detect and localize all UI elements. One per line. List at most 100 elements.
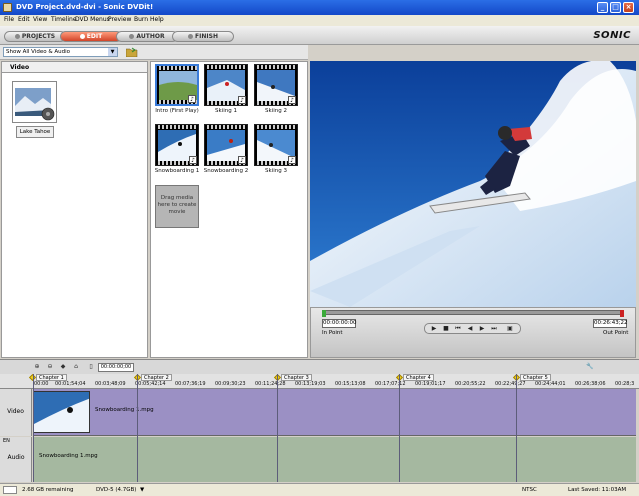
chapter-5-label[interactable]: Chapter 5	[520, 374, 551, 381]
audio-track-label: Audio	[7, 454, 25, 461]
film-strip-top	[205, 125, 247, 129]
menu-timeline[interactable]: Timeline	[51, 16, 77, 23]
audio-language: EN	[3, 438, 10, 444]
menu-edit[interactable]: Edit	[18, 16, 30, 23]
maximize-button[interactable]: □	[610, 2, 621, 13]
status-bar: 2.68 GB remaining DVD-5 (4.7GB) ▼ NTSC L…	[0, 483, 639, 496]
step-back-icon[interactable]: ◀	[465, 325, 475, 333]
clip-skiing-3[interactable]: ♪	[254, 124, 298, 166]
menu-view[interactable]: View	[33, 16, 47, 23]
scrub-bar[interactable]	[322, 310, 624, 317]
menu-burn[interactable]: Burn	[134, 16, 148, 23]
author-tab[interactable]: AUTHOR	[116, 31, 178, 42]
in-point-label: In Point	[322, 330, 343, 336]
clip-snowboarding-1-caption: Snowboarding 1	[154, 168, 200, 174]
ruler-tick: 00:24;44;01	[535, 381, 566, 387]
transport-controls: ▶ ■ ⏮ ◀ ▶ ⏭ ▣	[424, 323, 521, 334]
ruler-tick: 00:26;38;06	[575, 381, 606, 387]
ruler-tick: 00:09;30;23	[215, 381, 246, 387]
finish-tab[interactable]: FINISH	[172, 31, 234, 42]
clip-snowboarding-2[interactable]: ♪	[204, 124, 248, 166]
chapter-icon[interactable]: ⌂	[72, 363, 80, 371]
close-button[interactable]: ×	[623, 2, 634, 13]
video-format: NTSC	[522, 487, 537, 493]
zoom-in-icon[interactable]: ⊕	[33, 363, 41, 371]
chapter-line	[516, 374, 517, 482]
chapter-2-label[interactable]: Chapter 2	[141, 374, 172, 381]
chapter-4-label[interactable]: Chapter 4	[403, 374, 434, 381]
skip-back-icon[interactable]: ⏮	[453, 325, 463, 333]
music-note-icon: ♪	[288, 156, 296, 164]
music-note-icon: ♪	[238, 96, 246, 104]
ruler-tick: 00:22;49;27	[495, 381, 526, 387]
finish-dot-icon	[188, 34, 194, 39]
wrench-icon[interactable]: 🔧	[584, 363, 596, 371]
clip-snowboarding-1[interactable]: ♪	[155, 124, 199, 166]
disc-type-chevron-icon[interactable]: ▼	[140, 487, 144, 493]
ruler-tick: 00:20;55;22	[455, 381, 486, 387]
audio-track[interactable]: Snowboarding 1.mpg	[33, 437, 636, 482]
ruler-tick: 00:19;01;17	[415, 381, 446, 387]
music-note-icon: ♪	[189, 156, 197, 164]
mode-toolbar: PROJECTS EDIT AUTHOR FINISH SONIC	[0, 26, 639, 45]
clip-skiing-2-caption: Skiing 2	[265, 108, 287, 114]
clip-intro-caption: Intro (First Play)	[155, 108, 199, 114]
chapter-1-label[interactable]: Chapter 1	[36, 374, 67, 381]
chapter-3-label[interactable]: Chapter 3	[281, 374, 312, 381]
menu-dvd-menus[interactable]: DVD Menus	[75, 16, 110, 23]
chevron-down-icon: ▼	[108, 48, 117, 56]
preview-frame-image	[310, 61, 636, 307]
last-saved: Last Saved: 11:03AM	[568, 487, 627, 493]
snapshot-icon[interactable]: ▣	[505, 325, 515, 333]
split-icon[interactable]: ◆	[59, 363, 67, 371]
lake-tahoe-image	[13, 82, 56, 122]
delete-icon[interactable]: ▯	[87, 363, 95, 371]
step-forward-icon[interactable]: ▶	[477, 325, 487, 333]
music-note-icon: ♪	[238, 156, 246, 164]
ruler-tick: 00:07;36;19	[175, 381, 206, 387]
projects-tab[interactable]: PROJECTS	[4, 31, 66, 42]
play-icon[interactable]: ▶	[429, 325, 439, 333]
open-folder-icon[interactable]	[126, 47, 138, 57]
in-point-marker[interactable]	[322, 310, 326, 317]
disc-type[interactable]: DVD-5 (4.7GB)	[96, 487, 136, 493]
sonic-logo: SONIC	[593, 30, 631, 41]
in-point-time[interactable]: 00:00:00:00	[322, 319, 357, 328]
minimize-button[interactable]: _	[597, 2, 608, 13]
lake-tahoe-thumbnail[interactable]	[12, 81, 57, 123]
clip-intro[interactable]: ♪	[155, 64, 199, 106]
author-tab-label: AUTHOR	[136, 33, 165, 40]
film-strip-top	[255, 65, 297, 69]
timeline-ruler: Chapter 1 Chapter 2 Chapter 3 Chapter 4 …	[0, 373, 639, 389]
ruler-tick: 00:11;24;28	[255, 381, 286, 387]
music-note-icon: ♪	[188, 95, 196, 103]
media-filter-select[interactable]: Show All Video & Audio ▼	[3, 47, 118, 57]
ruler-tick: 00:03;48;09	[95, 381, 126, 387]
menu-file[interactable]: File	[4, 16, 14, 23]
film-strip-top	[157, 66, 197, 70]
video-preview[interactable]	[310, 61, 636, 307]
video-track-label: Video	[0, 389, 32, 436]
drop-media-target[interactable]: Drag media here to create movie	[155, 185, 199, 228]
preview-controls: 00:00:00:00 00:26:43;22 In Point Out Poi…	[310, 307, 636, 358]
video-track[interactable]: Snowboarding 1.mpg	[33, 389, 636, 436]
menu-preview[interactable]: Preview	[108, 16, 131, 23]
ruler-tick: 00:17;07;12	[375, 381, 406, 387]
clip-skiing-2[interactable]: ♪	[254, 64, 298, 106]
music-note-icon: ♪	[288, 96, 296, 104]
video-library-pane: Video Lake Tahoe	[1, 61, 148, 358]
clip-skiing-1[interactable]: ♪	[204, 64, 248, 106]
timeline-timecode[interactable]: 00:00:00;00	[98, 363, 134, 372]
out-point-marker[interactable]	[620, 310, 624, 317]
lake-tahoe-label[interactable]: Lake Tahoe	[16, 126, 54, 138]
timeline-toolbar: ⊕ ⊖ ◆ ⌂ ▯ 00:00:00;00 🔧	[0, 359, 639, 374]
zoom-out-icon[interactable]: ⊖	[46, 363, 54, 371]
out-point-time[interactable]: 00:26:43;22	[593, 319, 628, 328]
edit-tab[interactable]: EDIT	[60, 31, 122, 42]
stop-icon[interactable]: ■	[441, 325, 451, 333]
skip-forward-icon[interactable]: ⏭	[489, 325, 499, 333]
out-point-label: Out Point	[603, 330, 629, 336]
menu-help[interactable]: Help	[150, 16, 164, 23]
video-clip-name: Snowboarding 1.mpg	[95, 407, 154, 413]
menu-bar: File Edit View Timeline DVD Menus Previe…	[0, 15, 639, 26]
